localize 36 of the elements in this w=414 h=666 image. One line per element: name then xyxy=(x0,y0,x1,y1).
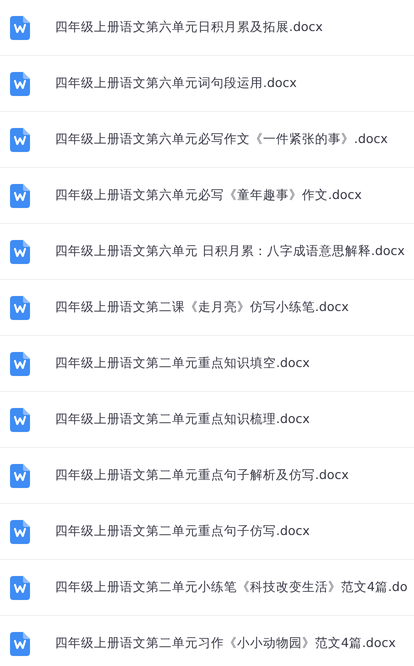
file-item[interactable]: 四年级上册语文第二单元重点句子解析及仿写.docx xyxy=(0,448,414,504)
file-item[interactable]: 四年级上册语文第二课《走月亮》仿写小练笔.docx xyxy=(0,280,414,336)
file-item[interactable]: 四年级上册语文第二单元习作《小小动物园》范文4篇.docx xyxy=(0,616,414,666)
file-name: 四年级上册语文第二单元重点句子解析及仿写.docx xyxy=(55,467,349,484)
file-name: 四年级上册语文第六单元日积月累及拓展.docx xyxy=(55,19,323,36)
file-item[interactable]: 四年级上册语文第六单元必写作文《一件紧张的事》.docx xyxy=(0,112,414,168)
file-item[interactable]: 四年级上册语文第二单元小练笔《科技改变生活》范文4篇.do xyxy=(0,560,414,616)
word-document-icon xyxy=(10,296,30,320)
file-name: 四年级上册语文第六单元 日积月累：八字成语意思解释.docx xyxy=(55,243,405,260)
file-item[interactable]: 四年级上册语文第六单元 日积月累：八字成语意思解释.docx xyxy=(0,224,414,280)
word-document-icon xyxy=(10,576,30,600)
word-document-icon xyxy=(10,464,30,488)
file-name: 四年级上册语文第二单元重点句子仿写.docx xyxy=(55,523,310,540)
word-document-icon xyxy=(10,240,30,264)
file-name: 四年级上册语文第二课《走月亮》仿写小练笔.docx xyxy=(55,299,349,316)
file-item[interactable]: 四年级上册语文第二单元重点知识梳理.docx xyxy=(0,392,414,448)
file-item[interactable]: 四年级上册语文第六单元词句段运用.docx xyxy=(0,56,414,112)
file-item[interactable]: 四年级上册语文第六单元必写《童年趣事》作文.docx xyxy=(0,168,414,224)
word-document-icon xyxy=(10,16,30,40)
file-item[interactable]: 四年级上册语文第二单元重点句子仿写.docx xyxy=(0,504,414,560)
word-document-icon xyxy=(10,408,30,432)
word-document-icon xyxy=(10,128,30,152)
file-name: 四年级上册语文第六单元必写作文《一件紧张的事》.docx xyxy=(55,131,388,148)
file-name: 四年级上册语文第六单元词句段运用.docx xyxy=(55,75,297,92)
file-item[interactable]: 四年级上册语文第六单元日积月累及拓展.docx xyxy=(0,0,414,56)
word-document-icon xyxy=(10,72,30,96)
word-document-icon xyxy=(10,184,30,208)
word-document-icon xyxy=(10,520,30,544)
file-name: 四年级上册语文第二单元习作《小小动物园》范文4篇.docx xyxy=(55,635,396,652)
file-name: 四年级上册语文第二单元重点知识填空.docx xyxy=(55,355,310,372)
word-document-icon xyxy=(10,632,30,656)
file-name: 四年级上册语文第二单元小练笔《科技改变生活》范文4篇.do xyxy=(55,579,408,596)
word-document-icon xyxy=(10,352,30,376)
file-name: 四年级上册语文第六单元必写《童年趣事》作文.docx xyxy=(55,187,362,204)
file-item[interactable]: 四年级上册语文第二单元重点知识填空.docx xyxy=(0,336,414,392)
file-name: 四年级上册语文第二单元重点知识梳理.docx xyxy=(55,411,310,428)
